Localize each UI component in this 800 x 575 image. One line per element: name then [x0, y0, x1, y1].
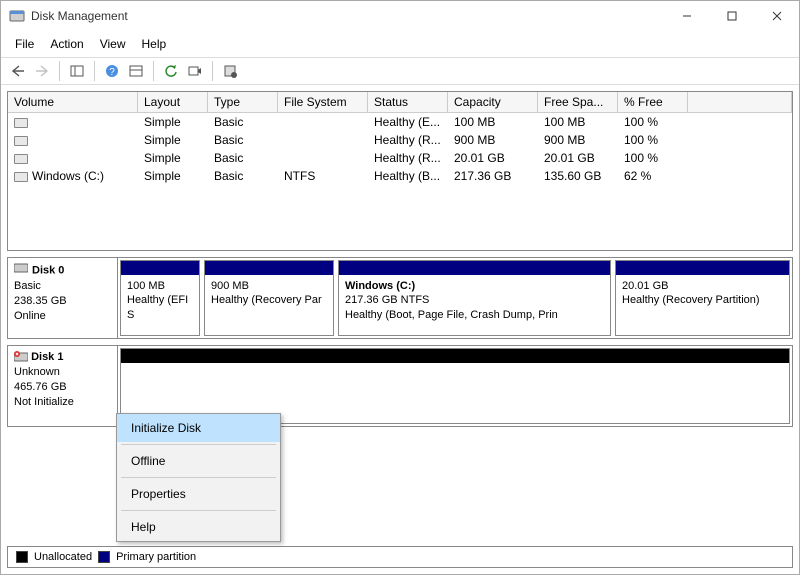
warning-icon [14, 351, 31, 363]
disk-info-disk1[interactable]: Disk 1 Unknown 465.76 GB Not Initialize [8, 346, 118, 426]
disk1-type: Unknown [14, 366, 60, 378]
col-header-pctfree[interactable]: % Free [618, 92, 688, 112]
rescan-button[interactable] [184, 60, 206, 82]
disk1-state: Not Initialize [14, 396, 74, 408]
close-button[interactable] [754, 1, 799, 31]
drive-icon [14, 136, 28, 146]
app-icon [9, 8, 25, 24]
disk-icon [14, 262, 28, 279]
volume-list-header: Volume Layout Type File System Status Ca… [8, 92, 792, 113]
swatch-primary [98, 551, 110, 563]
disk0-name: Disk 0 [32, 264, 64, 276]
swatch-unallocated [16, 551, 28, 563]
svg-text:?: ? [109, 67, 115, 78]
volume-rows: SimpleBasicHealthy (E...100 MB100 MB100 … [8, 113, 792, 185]
disk0-partitions: 100 MB Healthy (EFI S 900 MB Healthy (Re… [118, 258, 792, 338]
table-row[interactable]: SimpleBasicHealthy (E...100 MB100 MB100 … [8, 113, 792, 131]
disk0-part-recovery2[interactable]: 20.01 GB Healthy (Recovery Partition) [615, 260, 790, 336]
settings-list-button[interactable] [125, 60, 147, 82]
ctx-help[interactable]: Help [117, 513, 280, 541]
ctx-separator [121, 477, 276, 478]
properties-button[interactable] [219, 60, 241, 82]
col-header-capacity[interactable]: Capacity [448, 92, 538, 112]
toolbar: ? [1, 57, 799, 85]
window-controls [664, 1, 799, 31]
refresh-button[interactable] [160, 60, 182, 82]
drive-icon [14, 154, 28, 164]
legend-bar: Unallocated Primary partition [7, 546, 793, 568]
maximize-button[interactable] [709, 1, 754, 31]
legend-primary: Primary partition [116, 551, 196, 563]
disk0-state: Online [14, 310, 46, 322]
disk0-part-recovery1[interactable]: 900 MB Healthy (Recovery Par [204, 260, 334, 336]
volume-list-panel: Volume Layout Type File System Status Ca… [7, 91, 793, 251]
col-header-status[interactable]: Status [368, 92, 448, 112]
menu-action[interactable]: Action [44, 35, 89, 53]
drive-icon [14, 118, 28, 128]
disk0-part-efi[interactable]: 100 MB Healthy (EFI S [120, 260, 200, 336]
legend-unallocated: Unallocated [34, 551, 92, 563]
table-row[interactable]: SimpleBasicHealthy (R...20.01 GB20.01 GB… [8, 149, 792, 167]
menu-help[interactable]: Help [136, 35, 173, 53]
col-header-volume[interactable]: Volume [8, 92, 138, 112]
disk-graphic-area: Disk 0 Basic 238.35 GB Online 100 MB Hea… [7, 257, 793, 427]
table-row[interactable]: Windows (C:)SimpleBasicNTFSHealthy (B...… [8, 167, 792, 185]
forward-button[interactable] [31, 60, 53, 82]
menu-file[interactable]: File [9, 35, 40, 53]
disk1-name: Disk 1 [31, 351, 63, 363]
show-hide-tree-button[interactable] [66, 60, 88, 82]
disk0-type: Basic [14, 280, 41, 292]
disk1-size: 465.76 GB [14, 381, 67, 393]
menu-view[interactable]: View [94, 35, 132, 53]
ctx-separator [121, 444, 276, 445]
table-row[interactable]: SimpleBasicHealthy (R...900 MB900 MB100 … [8, 131, 792, 149]
disk-info-disk0[interactable]: Disk 0 Basic 238.35 GB Online [8, 258, 118, 338]
titlebar: Disk Management [1, 1, 799, 31]
minimize-button[interactable] [664, 1, 709, 31]
col-header-freespace[interactable]: Free Spa... [538, 92, 618, 112]
back-button[interactable] [7, 60, 29, 82]
ctx-initialize-disk[interactable]: Initialize Disk [117, 414, 280, 442]
ctx-separator [121, 510, 276, 511]
ctx-offline[interactable]: Offline [117, 447, 280, 475]
window-title: Disk Management [31, 9, 128, 23]
col-header-filesystem[interactable]: File System [278, 92, 368, 112]
col-header-type[interactable]: Type [208, 92, 278, 112]
context-menu: Initialize Disk Offline Properties Help [116, 413, 281, 542]
drive-icon [14, 172, 28, 182]
ctx-properties[interactable]: Properties [117, 480, 280, 508]
disk0-part-windows-c[interactable]: Windows (C:) 217.36 GB NTFS Healthy (Boo… [338, 260, 611, 336]
disk-row-disk0[interactable]: Disk 0 Basic 238.35 GB Online 100 MB Hea… [7, 257, 793, 339]
help-button[interactable]: ? [101, 60, 123, 82]
disk0-size: 238.35 GB [14, 295, 67, 307]
menubar: File Action View Help [1, 31, 799, 57]
col-header-layout[interactable]: Layout [138, 92, 208, 112]
